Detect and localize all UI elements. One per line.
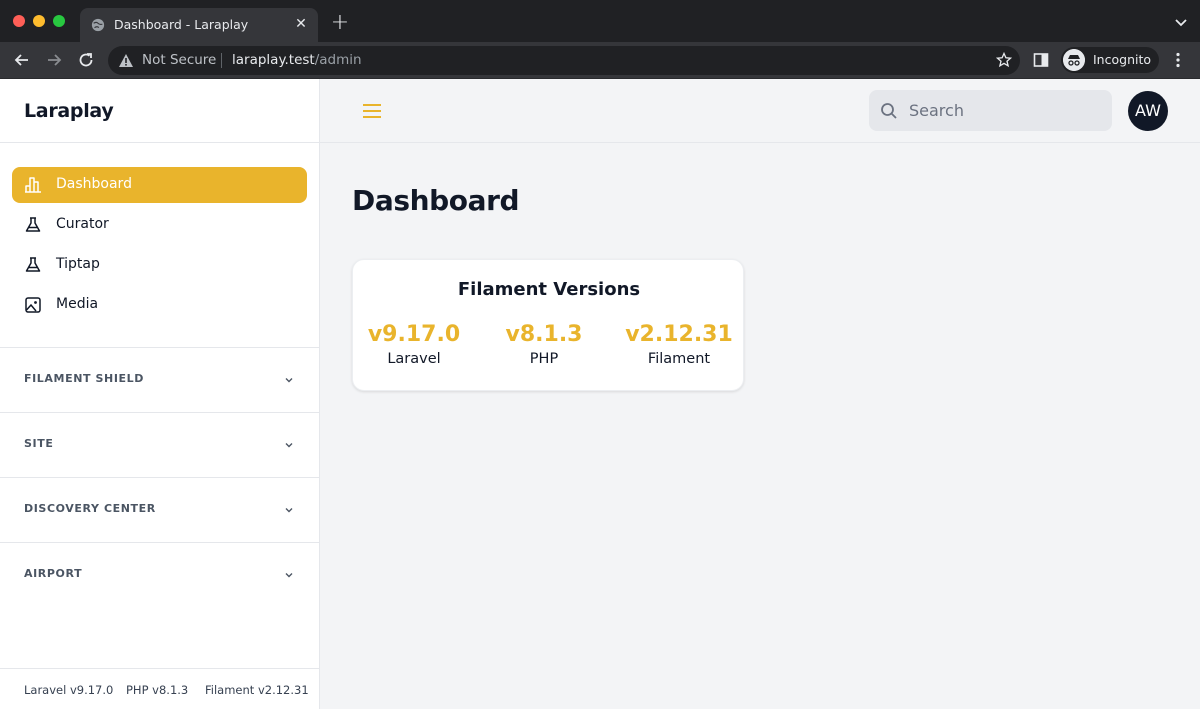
nav-group-filament-shield[interactable]: FILAMENT SHIELD xyxy=(0,360,319,400)
new-tab-button[interactable]: + xyxy=(330,12,350,34)
address-bar[interactable]: Not Secure laraplay.test/admin xyxy=(108,46,1020,75)
chevron-down-icon xyxy=(285,573,293,578)
divider xyxy=(0,142,319,143)
beaker-icon xyxy=(25,217,41,232)
sidebar-item-label: Dashboard xyxy=(56,176,132,192)
nav-group-label: FILAMENT SHIELD xyxy=(24,372,145,385)
browser-toolbar: Not Secure laraplay.test/admin xyxy=(0,42,1200,79)
sidebar-item-media[interactable]: Media xyxy=(12,287,307,323)
minimize-window-button[interactable] xyxy=(33,15,45,27)
sidebar-item-curator[interactable]: Curator xyxy=(12,207,307,243)
footer-php-version: PHP v8.1.3 xyxy=(126,683,189,697)
sidebar-item-label: Media xyxy=(56,296,99,312)
stat-value: v8.1.3 xyxy=(505,322,583,347)
not-secure-label[interactable]: Not Secure xyxy=(142,52,216,68)
photo-icon xyxy=(25,297,41,313)
warning-icon[interactable] xyxy=(118,53,134,68)
back-arrow-icon[interactable] xyxy=(13,51,31,69)
chevron-down-icon xyxy=(285,443,293,448)
footer-laravel-version: Laravel v9.17.0 xyxy=(24,683,114,697)
forward-arrow-icon[interactable] xyxy=(45,51,63,69)
chevron-down-icon xyxy=(285,508,293,513)
nav-group-site[interactable]: SITE xyxy=(0,425,319,465)
browser-tab-bar: Dashboard - Laraplay ✕ + xyxy=(0,0,1200,42)
reload-icon[interactable] xyxy=(77,51,95,69)
nav-group-discovery-center[interactable]: DISCOVERY CENTER xyxy=(0,490,319,530)
incognito-profile-button[interactable]: Incognito xyxy=(1061,47,1159,73)
close-window-button[interactable] xyxy=(13,15,25,27)
footer-filament-version: Filament v2.12.31 xyxy=(205,683,309,697)
nav-group-label: AIRPORT xyxy=(24,567,83,580)
url-text[interactable]: laraplay.test/admin xyxy=(232,52,362,68)
browser-tab[interactable]: Dashboard - Laraplay ✕ xyxy=(80,8,318,42)
stat-label: Filament xyxy=(647,351,711,367)
tab-close-icon[interactable]: ✕ xyxy=(292,15,310,33)
side-panel-icon[interactable] xyxy=(1033,52,1049,68)
bookmark-star-icon[interactable] xyxy=(996,52,1012,68)
nav-group-label: SITE xyxy=(24,437,54,450)
beaker-icon xyxy=(25,257,41,272)
chevron-down-icon xyxy=(285,378,293,383)
sidebar-footer: Laravel v9.17.0 PHP v8.1.3 Filament v2.1… xyxy=(0,668,319,709)
brand-logo[interactable]: Laraplay xyxy=(24,100,114,122)
stat-php: v8.1.3 PHP xyxy=(479,322,609,367)
chart-bar-icon xyxy=(25,177,41,193)
divider xyxy=(0,477,319,478)
search-icon xyxy=(881,103,897,119)
maximize-window-button[interactable] xyxy=(53,15,65,27)
incognito-label: Incognito xyxy=(1093,52,1152,67)
nav-group-label: DISCOVERY CENTER xyxy=(24,502,156,515)
browser-menu-icon[interactable] xyxy=(1172,52,1184,68)
stat-value: v9.17.0 xyxy=(367,322,461,347)
tab-title: Dashboard - Laraplay xyxy=(114,17,249,32)
stat-value: v2.12.31 xyxy=(625,322,733,347)
sidebar-item-dashboard[interactable]: Dashboard xyxy=(12,167,307,203)
incognito-icon xyxy=(1063,49,1085,71)
widget-title: Filament Versions xyxy=(457,279,641,300)
page-title: Dashboard xyxy=(352,184,520,217)
stat-laravel: v9.17.0 Laravel xyxy=(349,322,479,367)
globe-icon xyxy=(91,18,105,32)
divider xyxy=(0,347,319,348)
topbar: AW xyxy=(320,79,1200,143)
divider xyxy=(0,542,319,543)
divider xyxy=(221,53,222,68)
sidebar-item-label: Tiptap xyxy=(56,256,100,272)
chevron-down-icon[interactable] xyxy=(1174,15,1188,29)
filament-versions-widget: Filament Versions v9.17.0 Laravel v8.1.3… xyxy=(352,259,744,391)
search-input[interactable] xyxy=(909,90,1099,131)
search-box[interactable] xyxy=(869,90,1112,131)
divider xyxy=(0,412,319,413)
stat-label: Laravel xyxy=(387,351,441,367)
stat-filament: v2.12.31 Filament xyxy=(614,322,744,367)
user-avatar[interactable]: AW xyxy=(1128,91,1168,131)
stat-label: PHP xyxy=(529,351,559,367)
sidebar: Laraplay Dashboard Curator Tiptap Media … xyxy=(0,79,320,709)
sidebar-item-tiptap[interactable]: Tiptap xyxy=(12,247,307,283)
sidebar-item-label: Curator xyxy=(56,216,109,232)
menu-icon[interactable] xyxy=(362,102,382,120)
nav-group-airport[interactable]: AIRPORT xyxy=(0,555,319,595)
